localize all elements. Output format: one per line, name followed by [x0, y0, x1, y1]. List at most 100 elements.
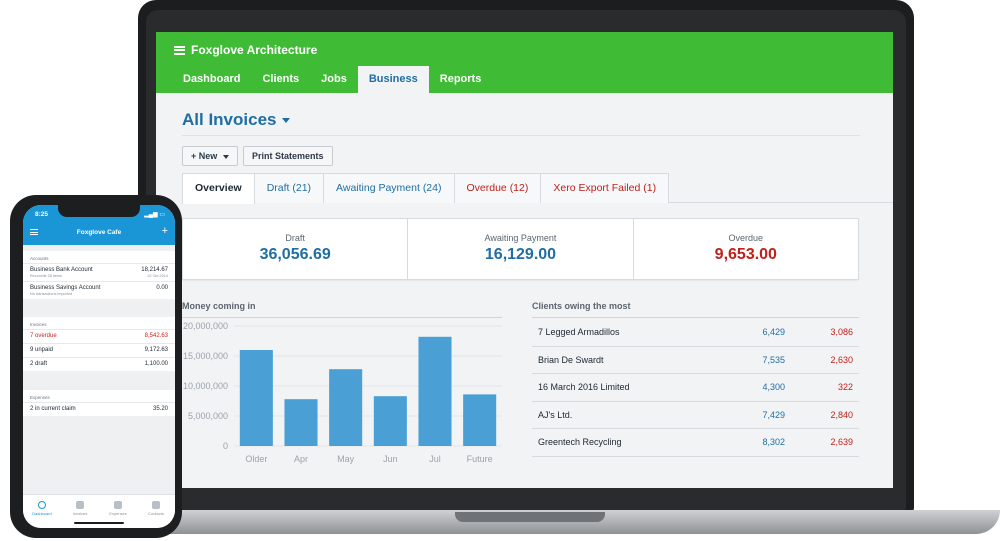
- section-divider: [532, 317, 859, 318]
- chart-bar: [463, 394, 497, 446]
- page-title-text: All Invoices: [182, 110, 277, 129]
- client-amount: 7,429: [762, 409, 785, 420]
- phone-section-title: Accounts: [30, 256, 49, 261]
- invoice-amount: 9,172.63: [144, 347, 168, 353]
- x-tick-label: Jul: [429, 454, 441, 464]
- chart-bar: [329, 369, 363, 446]
- client-row[interactable]: Brian De Swardt 7,535 2,630: [532, 347, 859, 374]
- new-button[interactable]: + New: [182, 146, 239, 166]
- chevron-down-icon[interactable]: [282, 117, 291, 123]
- chart-bar: [284, 399, 318, 446]
- phone-header: 8:25 ▂▄▆ ▭ Foxglove Cafe +: [23, 205, 175, 245]
- expense-row[interactable]: 2 in current claim 35.20: [23, 402, 175, 416]
- phone-expenses: Expenses 2 in current claim 35.20: [23, 390, 175, 416]
- phone-tab-contacts[interactable]: Contacts: [137, 495, 175, 528]
- invoice-label: 9 unpaid: [30, 347, 54, 353]
- account-name: Business Bank Account: [30, 267, 93, 273]
- tab-overdue[interactable]: Overdue (12): [453, 173, 542, 203]
- phone-tab-label: Invoices: [72, 511, 88, 516]
- phone-accounts: Accounts Business Bank Account Reconcile …: [23, 251, 175, 299]
- laptop-notch: [455, 512, 605, 522]
- account-info: Business Bank Account Reconcile 28 items: [30, 267, 93, 278]
- invoice-row[interactable]: 7 overdue 8,542.63: [23, 329, 175, 343]
- client-name: Brian De Swardt: [538, 354, 604, 365]
- nav-dashboard[interactable]: Dashboard: [172, 66, 251, 93]
- nav-clients[interactable]: Clients: [251, 66, 310, 93]
- client-amount: 4,300: [762, 382, 785, 393]
- client-row[interactable]: 7 Legged Armadillos 6,429 3,086: [532, 319, 859, 347]
- page-title[interactable]: All Invoices: [182, 110, 291, 130]
- invoice-row[interactable]: 9 unpaid 9,172.63: [23, 343, 175, 357]
- client-name: 7 Legged Armadillos: [538, 327, 620, 338]
- chart-bar: [418, 336, 452, 446]
- y-tick-label: 0: [223, 441, 228, 451]
- phone-section-title: Expenses: [30, 395, 50, 400]
- title-divider: [182, 135, 860, 136]
- org-title[interactable]: Foxglove Architecture: [174, 43, 317, 57]
- clients-owing-title: Clients owing the most: [532, 301, 631, 311]
- invoice-summary: Draft 36,056.69 Awaiting Payment 16,129.…: [182, 218, 859, 280]
- invoice-amount: 8,542.63: [144, 333, 168, 339]
- account-amount: 0.00: [156, 285, 168, 291]
- summary-draft[interactable]: Draft 36,056.69: [183, 219, 409, 279]
- client-name: AJ's Ltd.: [538, 409, 573, 420]
- phone-tab-label: Expenses: [109, 511, 127, 516]
- phone-tab-label: Contacts: [148, 511, 164, 516]
- battery-icon: ▂▄▆ ▭: [144, 212, 165, 218]
- summary-awaiting-payment[interactable]: Awaiting Payment 16,129.00: [408, 219, 634, 279]
- account-sub: No transactions imported: [30, 292, 73, 296]
- main-nav: Dashboard Clients Jobs Business Reports: [172, 66, 492, 93]
- x-tick-label: Apr: [294, 454, 308, 464]
- menu-icon[interactable]: [174, 45, 185, 55]
- phone-clock: 8:25: [35, 211, 49, 218]
- receipt-icon: [114, 501, 122, 509]
- y-tick-label: 5,000,000: [188, 411, 228, 421]
- account-info: Business Savings Account No transactions …: [30, 285, 100, 296]
- account-row[interactable]: Business Savings Account No transactions …: [23, 281, 175, 299]
- print-statements-button[interactable]: Print Statements: [243, 146, 333, 166]
- expense-amount: 35.20: [152, 406, 168, 412]
- summary-value: 9,653.00: [714, 246, 777, 263]
- new-button-label: + New: [191, 151, 218, 161]
- nav-reports[interactable]: Reports: [429, 66, 493, 93]
- invoice-tabs: Overview Draft (21) Awaiting Payment (24…: [182, 173, 893, 204]
- x-tick-label: Future: [467, 454, 493, 464]
- tab-xero-export-failed[interactable]: Xero Export Failed (1): [540, 173, 670, 203]
- home-indicator: [74, 522, 124, 524]
- invoice-amount: 1,100.00: [144, 361, 168, 367]
- client-amount: 8,302: [762, 437, 785, 448]
- add-icon[interactable]: +: [162, 225, 168, 237]
- client-overdue: 3,086: [830, 327, 853, 338]
- clients-list: 7 Legged Armadillos 6,429 3,086 Brian De…: [532, 319, 859, 457]
- phone-section-title: Invoices: [30, 322, 47, 327]
- tab-draft[interactable]: Draft (21): [253, 173, 325, 203]
- invoice-label: 7 overdue: [30, 333, 57, 339]
- account-row[interactable]: Business Bank Account Reconcile 28 items …: [23, 263, 175, 281]
- person-icon: [152, 501, 160, 509]
- client-row[interactable]: Greentech Recycling 8,302 2,639: [532, 429, 859, 457]
- y-tick-label: 10,000,000: [183, 381, 228, 391]
- nav-business[interactable]: Business: [357, 66, 429, 93]
- invoice-label: 2 draft: [30, 361, 48, 367]
- tab-awaiting-payment[interactable]: Awaiting Payment (24): [323, 173, 455, 203]
- phone-tabbar: Dashboard Invoices Expenses Contacts: [23, 494, 175, 528]
- section-divider: [182, 317, 502, 318]
- nav-jobs[interactable]: Jobs: [310, 66, 358, 93]
- invoice-row[interactable]: 2 draft 1,100.00: [23, 357, 175, 371]
- account-date: 22 Oct 2014: [147, 274, 168, 278]
- client-amount: 7,535: [762, 354, 785, 365]
- y-tick-label: 15,000,000: [183, 351, 228, 361]
- phone-invoices: Invoices 7 overdue 8,542.63 9 unpaid 9,1…: [23, 317, 175, 371]
- chart-bar: [239, 350, 273, 446]
- summary-label: Draft: [285, 233, 305, 243]
- phone-title: Foxglove Cafe: [76, 229, 122, 236]
- client-name: 16 March 2016 Limited: [538, 382, 630, 393]
- client-row[interactable]: AJ's Ltd. 7,429 2,840: [532, 402, 859, 429]
- phone-screen: 8:25 ▂▄▆ ▭ Foxglove Cafe + Accounts Busi…: [23, 205, 175, 528]
- phone-tab-dashboard[interactable]: Dashboard: [23, 495, 61, 528]
- tab-overview[interactable]: Overview: [182, 173, 255, 204]
- expense-label: 2 in current claim: [30, 406, 76, 412]
- client-row[interactable]: 16 March 2016 Limited 4,300 322: [532, 374, 859, 402]
- account-sub: Reconcile 28 items: [30, 274, 63, 278]
- summary-overdue[interactable]: Overdue 9,653.00: [634, 219, 858, 279]
